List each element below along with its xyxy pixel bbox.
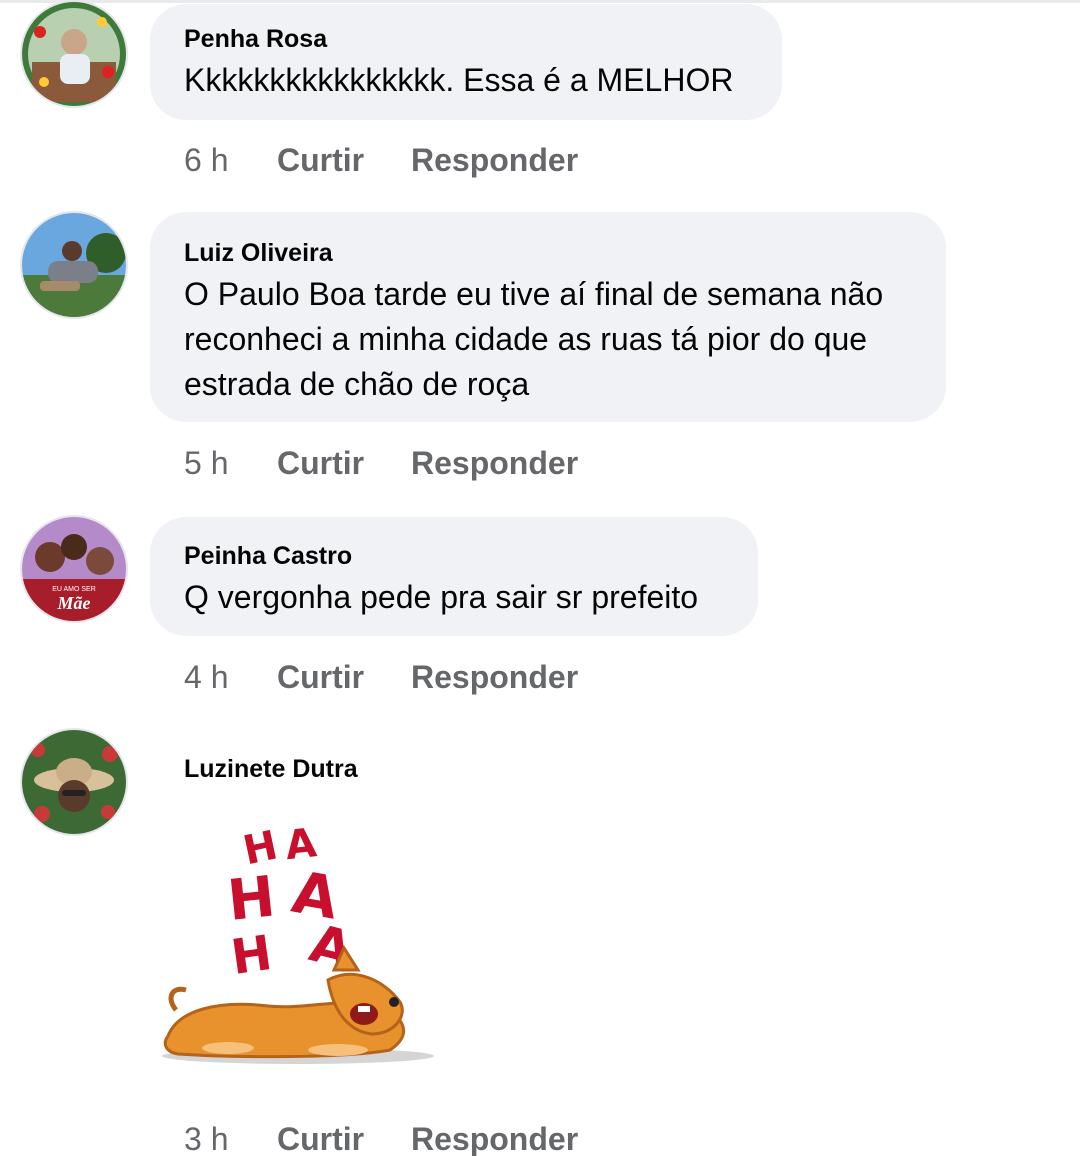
comment-author[interactable]: Penha Rosa <box>184 24 748 54</box>
reply-button[interactable]: Responder <box>411 443 578 483</box>
haha-sticker[interactable]: H A H A H A <box>158 820 438 1070</box>
comment-actions: 6 h Curtir Responder <box>184 140 578 180</box>
comment-time[interactable]: 4 h <box>184 657 277 697</box>
avatar-photo-icon <box>22 213 126 317</box>
comment-time[interactable]: 3 h <box>184 1119 277 1156</box>
avatar[interactable] <box>22 213 126 317</box>
like-button[interactable]: Curtir <box>277 1119 411 1156</box>
comment-actions: 5 h Curtir Responder <box>184 443 578 483</box>
comment-bubble: Peinha Castro Q vergonha pede pra sair s… <box>150 517 758 636</box>
sticker-letter: H <box>225 864 278 934</box>
comment-author[interactable]: Luzinete Dutra <box>184 754 358 784</box>
comment-actions: 4 h Curtir Responder <box>184 657 578 697</box>
comment-bubble: Luiz Oliveira O Paulo Boa tarde eu tive … <box>150 212 946 422</box>
avatar-photo-icon <box>22 2 126 106</box>
like-button[interactable]: Curtir <box>277 657 411 697</box>
comments-page: Penha Rosa Kkkkkkkkkkkkkkkk. Essa é a ME… <box>0 0 1080 1156</box>
reply-button[interactable]: Responder <box>411 140 578 180</box>
like-button[interactable]: Curtir <box>277 443 411 483</box>
avatar[interactable] <box>22 730 126 834</box>
comment-text: Q vergonha pede pra sair sr prefeito <box>184 579 699 615</box>
avatar-photo-icon: EU AMO SER Mãe <box>22 517 126 621</box>
comment-actions: 3 h Curtir Responder <box>184 1119 578 1156</box>
comment-text: O Paulo Boa tarde eu tive aí final de se… <box>184 276 884 402</box>
reply-button[interactable]: Responder <box>411 657 578 697</box>
sticker-letter: H <box>228 925 276 986</box>
avatar[interactable] <box>22 2 126 106</box>
reply-button[interactable]: Responder <box>411 1119 578 1156</box>
comment-author[interactable]: Peinha Castro <box>184 541 724 571</box>
avatar-badge-line2: Mãe <box>57 593 91 613</box>
comment-time[interactable]: 5 h <box>184 443 277 483</box>
laughing-dog-sticker-icon: H A H A H A <box>162 820 434 1064</box>
avatar-photo-icon <box>22 730 126 834</box>
comment-bubble: Penha Rosa Kkkkkkkkkkkkkkkk. Essa é a ME… <box>150 4 782 120</box>
like-button[interactable]: Curtir <box>277 140 411 180</box>
divider <box>0 0 1080 3</box>
comment-text: Kkkkkkkkkkkkkkkk. Essa é a MELHOR <box>184 62 734 98</box>
comment-time[interactable]: 6 h <box>184 140 277 180</box>
avatar[interactable]: EU AMO SER Mãe <box>22 517 126 621</box>
comment-author[interactable]: Luiz Oliveira <box>184 238 912 268</box>
avatar-badge-line1: EU AMO SER <box>52 586 96 593</box>
